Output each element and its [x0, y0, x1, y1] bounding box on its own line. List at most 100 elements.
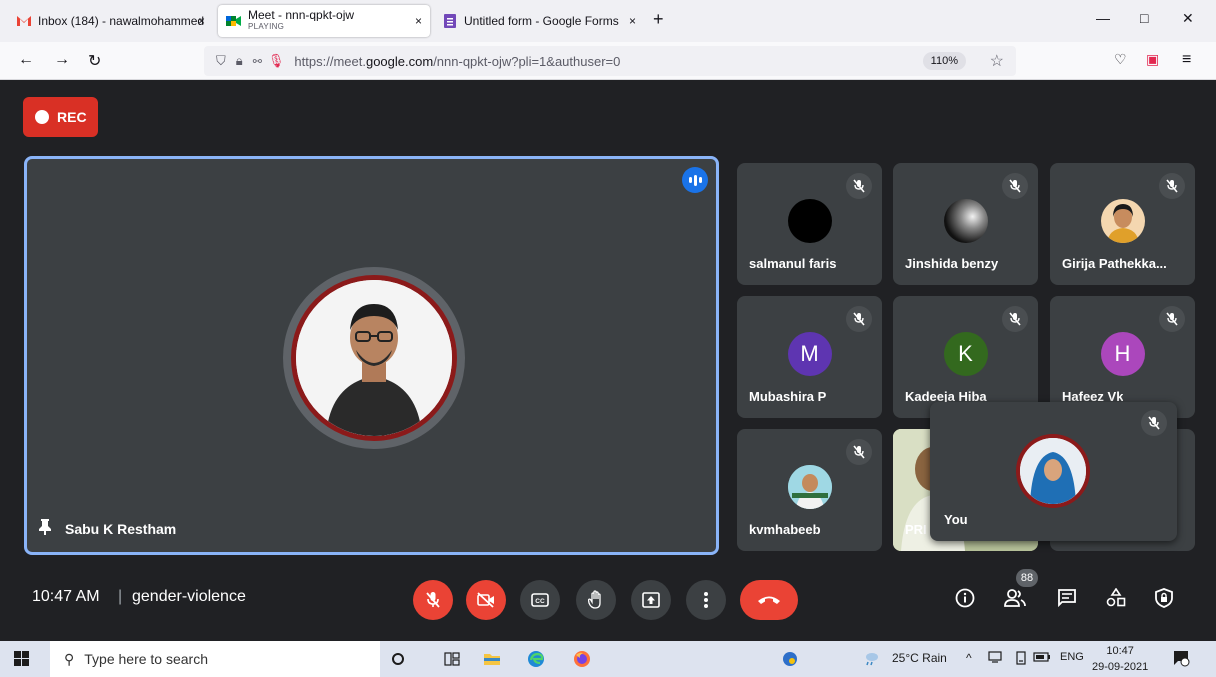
notifications-icon[interactable]	[1172, 649, 1190, 670]
mic-off-icon	[1002, 173, 1028, 199]
bookmark-star-icon[interactable]: ☆	[990, 51, 1004, 71]
maximize-button[interactable]: □	[1140, 10, 1148, 26]
participant-tile[interactable]: Jinshida benzy	[893, 163, 1038, 285]
captions-button[interactable]: CC	[520, 580, 560, 620]
speaker-avatar	[283, 267, 465, 449]
participant-tile[interactable]: H Hafeez Vk	[1050, 296, 1195, 418]
lock-icon[interactable]: 🔒︎	[236, 53, 243, 69]
recording-badge[interactable]: REC	[23, 97, 98, 137]
firefox-icon[interactable]	[572, 649, 592, 669]
tab-forms[interactable]: Untitled form - Google Forms ×	[434, 5, 644, 37]
new-tab-button[interactable]: +	[653, 9, 664, 30]
mic-off-icon	[1159, 173, 1185, 199]
chevron-up-icon[interactable]: ^	[966, 651, 972, 665]
participant-tile[interactable]: M Mubashira P	[737, 296, 882, 418]
self-name-label: You	[944, 512, 968, 527]
participant-name: kvmhabeeb	[749, 522, 821, 537]
mic-off-icon	[1002, 306, 1028, 332]
url-host: google.com	[365, 53, 434, 69]
participant-name: Jinshida benzy	[905, 256, 999, 271]
divider: |	[118, 588, 123, 605]
more-options-button[interactable]	[686, 580, 726, 620]
meeting-details-icon[interactable]	[955, 588, 975, 613]
close-window-button[interactable]: ✕	[1182, 10, 1194, 27]
mic-off-icon	[426, 592, 440, 608]
gmail-icon	[16, 14, 32, 28]
self-avatar	[1016, 434, 1090, 508]
record-dot-icon	[35, 110, 49, 124]
mic-off-icon	[846, 306, 872, 332]
pocket-icon[interactable]: ♡	[1114, 51, 1127, 68]
meeting-name: gender-violence	[132, 588, 246, 605]
mic-off-icon	[846, 173, 872, 199]
minimize-button[interactable]: —	[1096, 10, 1110, 26]
tab-playing-label: PLAYING	[248, 22, 285, 31]
taskbar-time: 10:47	[1106, 645, 1134, 657]
participant-avatar	[787, 465, 832, 509]
windows-taskbar: ⚲ Type here to search 25°C Rain ^ ENG 10…	[0, 641, 1216, 677]
tab-close-icon[interactable]: ×	[629, 14, 636, 28]
url-bar[interactable]: ⛉ 🔒︎ ⚯ 🎙︎ https://meet. google.com/nnn-qp…	[204, 46, 1016, 76]
language-indicator[interactable]: ENG	[1060, 651, 1084, 663]
hand-icon	[588, 590, 601, 609]
back-arrow-icon[interactable]: ←	[18, 51, 34, 69]
task-view-icon[interactable]	[442, 649, 462, 669]
speaking-indicator-icon	[682, 167, 708, 193]
google-forms-icon	[442, 14, 458, 28]
participant-name: Mubashira P	[749, 389, 827, 404]
raise-hand-button[interactable]	[576, 580, 616, 620]
file-explorer-icon[interactable]	[482, 649, 502, 669]
network-icon[interactable]	[988, 651, 1004, 666]
cortana-icon[interactable]	[388, 649, 408, 669]
self-view-tile[interactable]: You	[930, 402, 1177, 541]
search-icon: ⚲	[64, 650, 75, 667]
weather-icon[interactable]	[862, 650, 880, 669]
weather-text[interactable]: 25°C Rain	[892, 651, 947, 665]
participant-tile[interactable]: Girija Pathekka...	[1050, 163, 1195, 285]
rec-label: REC	[57, 109, 87, 125]
shield-icon[interactable]: ⛉	[216, 53, 226, 69]
tab-gmail[interactable]: Inbox (184) - nawalmohammed ×	[8, 5, 213, 37]
present-icon	[642, 592, 660, 608]
participant-name: PRI	[905, 522, 927, 537]
forward-arrow-icon[interactable]: →	[54, 51, 70, 69]
reload-icon[interactable]: ↻	[88, 51, 101, 71]
tab-close-icon[interactable]: ×	[198, 14, 205, 28]
host-controls-icon[interactable]	[1155, 588, 1173, 613]
people-icon[interactable]	[1004, 588, 1026, 613]
participant-tile[interactable]: K Kadeeja Hiba	[893, 296, 1038, 418]
extension-icon[interactable]: ▣	[1146, 51, 1159, 68]
activities-icon[interactable]	[1106, 587, 1126, 613]
menu-icon[interactable]: ≡	[1182, 51, 1191, 69]
participant-tile[interactable]: kvmhabeeb	[737, 429, 882, 551]
chat-icon[interactable]	[1057, 588, 1077, 613]
zoom-level-badge[interactable]: 110%	[922, 52, 966, 70]
main-speaker-tile[interactable]: Sabu K Restham	[24, 156, 719, 555]
battery-icon[interactable]	[1033, 651, 1051, 665]
tab-title: Meet - nnn-qpkt-ojw	[248, 10, 355, 21]
tab-close-icon[interactable]: ×	[415, 14, 422, 28]
taskbar-search-box[interactable]: ⚲ Type here to search	[50, 641, 380, 677]
edge-browser-icon[interactable]	[526, 649, 546, 669]
permissions-icon[interactable]: ⚯	[253, 55, 262, 68]
speaker-photo	[296, 280, 452, 436]
pin-icon[interactable]	[39, 519, 51, 538]
present-screen-button[interactable]	[631, 580, 671, 620]
camera-off-icon	[477, 592, 494, 608]
windows-start-icon[interactable]	[14, 651, 29, 666]
participant-name: salmanul faris	[749, 256, 837, 271]
navigation-bar: ← → ↻ ⛉ 🔒︎ ⚯ 🎙︎ https://meet. google.com /…	[0, 42, 1216, 80]
participant-tile[interactable]: salmanul faris	[737, 163, 882, 285]
tab-title: Untitled form - Google Forms	[464, 14, 619, 28]
camera-toggle-button[interactable]	[466, 580, 506, 620]
microphone-icon[interactable]: 🎙︎	[268, 53, 285, 69]
mic-toggle-button[interactable]	[413, 580, 453, 620]
meet-icon	[226, 14, 242, 28]
participant-count-badge: 88	[1016, 569, 1038, 587]
tab-meet[interactable]: Meet - nnn-qpkt-ojw PLAYING ×	[218, 5, 430, 37]
leave-call-button[interactable]	[740, 580, 798, 620]
device-icon[interactable]	[1015, 651, 1027, 668]
taskbar-clock[interactable]: 10:47 29-09-2021	[1092, 643, 1148, 675]
taskbar-search-placeholder: Type here to search	[84, 651, 209, 667]
app-icon[interactable]	[780, 649, 800, 669]
